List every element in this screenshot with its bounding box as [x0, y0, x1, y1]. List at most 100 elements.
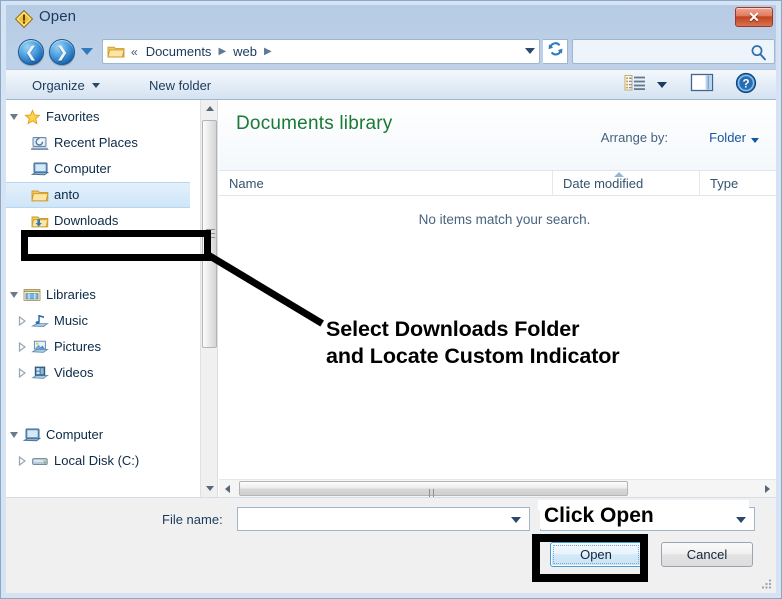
tree-label: Favorites	[46, 109, 99, 125]
change-view-button[interactable]	[624, 74, 646, 96]
back-button[interactable]: ❮	[18, 39, 44, 65]
dialog-body: Favorites Recent Places	[6, 100, 776, 497]
disk-icon	[30, 453, 50, 469]
chevron-down-icon	[736, 517, 746, 523]
close-button[interactable]: ✕	[735, 7, 773, 27]
scrollbar-thumb[interactable]	[202, 120, 217, 348]
open-file-dialog: Open ✕ ❮ ❯ « Documents ▶ web ▶	[0, 0, 782, 599]
tree-label: Downloads	[54, 213, 118, 229]
column-header-name[interactable]: Name	[219, 171, 552, 196]
navpane-scrollbar[interactable]	[200, 100, 217, 497]
title-bar: Open ✕	[6, 5, 776, 35]
chevron-up-icon	[206, 106, 214, 111]
library-title: Documents library	[236, 113, 393, 135]
help-button[interactable]: ?	[735, 74, 757, 96]
tree-label: Pictures	[54, 339, 101, 355]
command-toolbar: Organize New folder	[6, 69, 776, 100]
file-name-label: File name:	[162, 512, 223, 527]
tree-item-computer-favorite[interactable]: Computer	[6, 156, 190, 182]
breadcrumb-separator-2[interactable]: ▶	[264, 46, 272, 57]
resize-grip-icon[interactable]	[760, 577, 772, 589]
tree-item-recent-places[interactable]: Recent Places	[6, 130, 190, 156]
cancel-button[interactable]: Cancel	[661, 542, 753, 567]
tree-item-music[interactable]: Music	[6, 308, 190, 334]
empty-list-message: No items match your search.	[219, 212, 776, 227]
computer-icon	[30, 161, 50, 177]
window-inner: Open ✕ ❮ ❯ « Documents ▶ web ▶	[6, 5, 776, 593]
tree-item-anto[interactable]: anto	[6, 182, 190, 208]
expander-closed-icon[interactable]	[14, 342, 30, 352]
scroll-down-button[interactable]	[201, 480, 218, 497]
recent-places-icon	[30, 135, 50, 151]
open-button[interactable]: Open	[550, 542, 642, 567]
tree-item-computer[interactable]: Computer	[6, 422, 190, 448]
address-bar[interactable]: « Documents ▶ web ▶	[102, 39, 540, 64]
scroll-right-button[interactable]	[759, 480, 776, 497]
scrollbar-grip-icon	[429, 485, 439, 494]
organize-label: Organize	[32, 78, 85, 93]
new-folder-button[interactable]: New folder	[141, 70, 219, 100]
dialog-footer: File name: Open Cancel	[6, 497, 776, 593]
window-title: Open	[39, 8, 76, 25]
tree-item-downloads[interactable]: Downloads	[6, 208, 190, 234]
arrange-by-value[interactable]: Folder	[709, 130, 746, 145]
chevron-down-icon[interactable]	[511, 517, 521, 523]
tree-label: anto	[54, 187, 79, 203]
tree-item-local-disk-c[interactable]: Local Disk (C:)	[6, 448, 190, 474]
new-folder-label: New folder	[149, 78, 211, 93]
folder-icon	[107, 44, 125, 59]
breadcrumb-web[interactable]: web	[231, 43, 259, 60]
refresh-button[interactable]	[543, 39, 568, 64]
folder-tree: Favorites Recent Places	[6, 104, 190, 474]
forward-arrow-icon: ❯	[50, 40, 74, 64]
expander-open-icon[interactable]	[6, 432, 22, 438]
scrollbar-thumb[interactable]	[239, 481, 628, 496]
chevron-right-icon	[765, 485, 770, 493]
tree-item-favorites[interactable]: Favorites	[6, 104, 190, 130]
libraries-icon	[22, 287, 42, 303]
search-input[interactable]	[572, 39, 775, 64]
tree-item-libraries[interactable]: Libraries	[6, 282, 190, 308]
expander-open-icon[interactable]	[6, 292, 22, 298]
refresh-icon	[547, 41, 564, 62]
breadcrumb-documents[interactable]: Documents	[144, 43, 214, 60]
preview-pane-icon	[690, 72, 714, 98]
scroll-up-button[interactable]	[201, 100, 218, 117]
view-options-chevron-icon[interactable]	[657, 82, 667, 88]
expander-closed-icon[interactable]	[14, 456, 30, 466]
chevron-down-icon[interactable]	[751, 138, 759, 143]
close-icon: ✕	[736, 8, 772, 26]
column-header-date-modified[interactable]: Date modified	[552, 171, 699, 196]
file-list-horizontal-scrollbar[interactable]	[219, 479, 776, 497]
expander-closed-icon[interactable]	[14, 316, 30, 326]
downloads-folder-icon	[30, 214, 50, 229]
back-arrow-icon: ❮	[19, 40, 43, 64]
tree-item-videos[interactable]: Videos	[6, 360, 190, 386]
forward-button[interactable]: ❯	[49, 39, 75, 65]
folder-icon	[30, 188, 50, 203]
empty-list-text: No items match your search.	[405, 212, 591, 227]
recent-pages-dropdown-icon[interactable]	[81, 48, 93, 55]
column-header-type[interactable]: Type	[699, 171, 776, 196]
breadcrumb-separator-1[interactable]: ▶	[218, 46, 226, 57]
address-overflow-icon[interactable]: «	[131, 45, 138, 59]
pictures-icon	[30, 339, 50, 355]
address-dropdown-icon[interactable]	[525, 48, 535, 54]
tree-label: Computer	[54, 161, 111, 177]
help-icon: ?	[735, 72, 757, 99]
arrange-by-label: Arrange by:	[601, 130, 668, 145]
navigation-pane: Favorites Recent Places	[6, 100, 218, 497]
file-name-input[interactable]	[237, 507, 530, 531]
navigation-bar: ❮ ❯ « Documents ▶ web ▶	[6, 35, 776, 69]
computer-icon	[22, 427, 42, 443]
file-type-select[interactable]	[540, 507, 755, 531]
organize-button[interactable]: Organize	[24, 70, 108, 100]
expander-open-icon[interactable]	[6, 114, 22, 120]
preview-pane-button[interactable]	[690, 74, 714, 96]
expander-closed-icon[interactable]	[14, 368, 30, 378]
scroll-left-button[interactable]	[219, 480, 236, 497]
tree-item-pictures[interactable]: Pictures	[6, 334, 190, 360]
tree-label: Computer	[46, 427, 103, 443]
list-view-icon	[624, 73, 646, 98]
star-icon	[22, 109, 42, 126]
